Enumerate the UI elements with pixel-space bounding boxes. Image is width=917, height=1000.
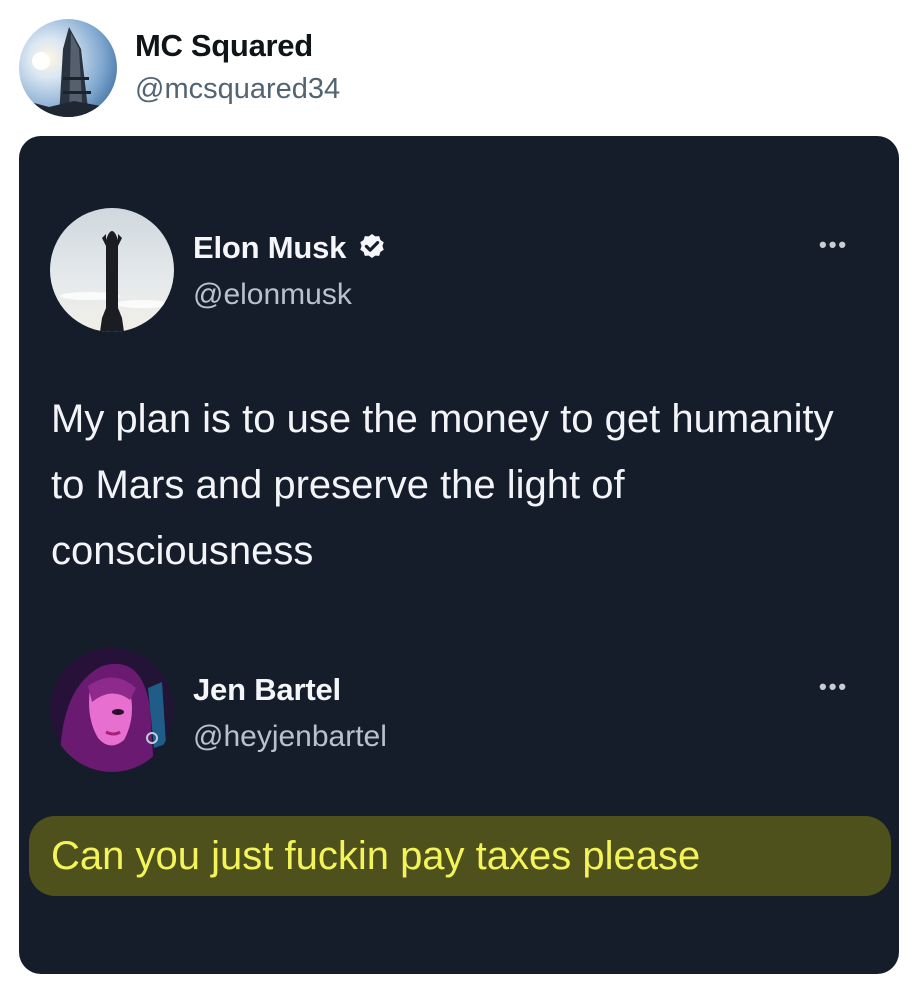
poster-handle[interactable]: @mcsquared34 [135, 73, 340, 106]
illustrated-woman-avatar-icon [50, 648, 174, 772]
tweet-text: My plan is to use the money to get human… [51, 397, 834, 573]
poster-avatar[interactable] [19, 19, 117, 117]
reply-author-handle[interactable]: @heyjenbartel [193, 720, 387, 754]
verified-badge-icon [356, 232, 388, 264]
reply-author-name-label: Jen Bartel [193, 672, 341, 707]
rocket-avatar-icon [50, 208, 174, 332]
tweet-author-handle[interactable]: @elonmusk [193, 278, 352, 312]
reply-author-name[interactable]: Jen Bartel [193, 672, 341, 708]
tweet-more-icon[interactable]: ••• [819, 232, 848, 258]
sunset-tower-avatar-icon [19, 19, 117, 117]
tweet-author-name[interactable]: Elon Musk [193, 230, 388, 266]
post-page: MC Squared @mcsquared34 Elon Musk @elonm… [0, 0, 917, 1000]
reply-more-icon[interactable]: ••• [819, 674, 848, 700]
tweet-author-avatar[interactable] [50, 208, 174, 332]
tweet-author-name-label: Elon Musk [193, 230, 347, 265]
embedded-screenshot[interactable]: Elon Musk @elonmusk ••• My plan is to us… [19, 136, 899, 974]
reply-author-avatar[interactable] [50, 648, 174, 772]
reply-text: Can you just fuckin pay taxes please [51, 834, 701, 878]
poster-name[interactable]: MC Squared [135, 28, 313, 64]
